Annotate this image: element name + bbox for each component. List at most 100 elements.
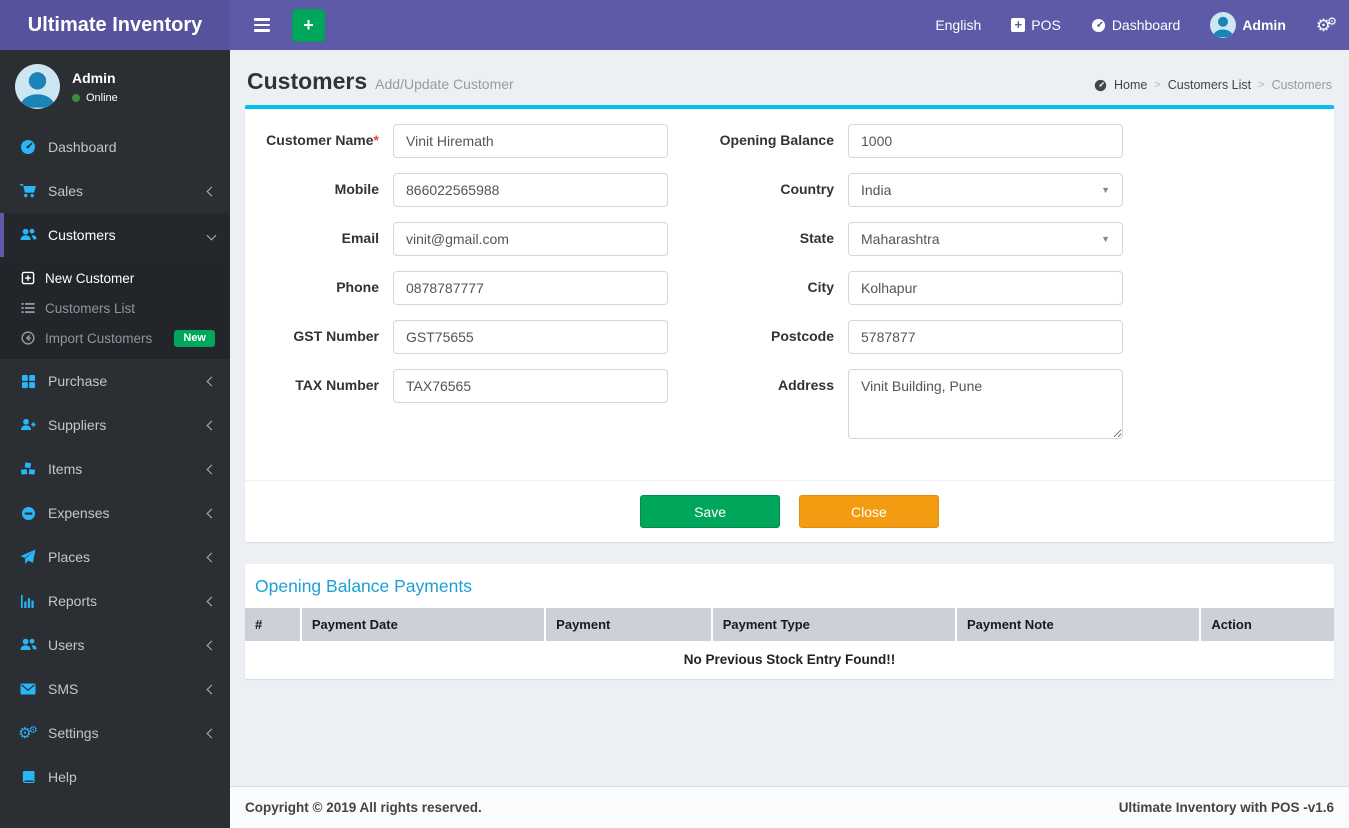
sidebar-item-places[interactable]: Places xyxy=(0,535,230,579)
sidebar-item-sms[interactable]: SMS xyxy=(0,667,230,711)
quick-add-button[interactable]: + xyxy=(292,8,325,42)
sidebar-item-suppliers[interactable]: Suppliers xyxy=(0,403,230,447)
users-icon xyxy=(19,637,37,653)
address-label: Address xyxy=(777,377,834,393)
city-field[interactable] xyxy=(848,271,1123,305)
sidebar-toggle-icon[interactable] xyxy=(242,0,282,50)
opening-balance-field[interactable] xyxy=(848,124,1123,158)
form-right-column: Opening Balance Country India ▼ State xyxy=(700,124,1155,454)
plus-square-icon: + xyxy=(1011,18,1026,32)
gst-number-label: GST Number xyxy=(293,328,379,344)
breadcrumb: Home > Customers List > Customers xyxy=(1094,78,1332,95)
chevron-left-icon xyxy=(206,186,217,196)
caret-down-icon: ▼ xyxy=(1101,185,1110,195)
caret-down-icon: ▼ xyxy=(1101,234,1110,244)
gears-icon: ⚙⚙ xyxy=(18,724,38,742)
page-title: Customers xyxy=(247,68,368,94)
dashboard-link[interactable]: Dashboard xyxy=(1091,17,1180,33)
address-field[interactable]: Vinit Building, Pune xyxy=(848,369,1123,439)
opening-balance-label: Opening Balance xyxy=(719,132,834,148)
arrow-circle-left-icon xyxy=(20,331,36,345)
online-status-icon xyxy=(72,93,80,102)
user-menu[interactable]: Admin xyxy=(1210,12,1286,38)
list-icon xyxy=(20,301,36,315)
postcode-label: Postcode xyxy=(770,328,834,344)
phone-field[interactable] xyxy=(393,271,668,305)
form-left-column: Customer Name* Mobile Email Phone xyxy=(245,124,700,454)
book-icon xyxy=(19,770,37,785)
required-mark: * xyxy=(373,132,379,148)
customer-form: Customer Name* Mobile Email Phone xyxy=(245,109,1334,454)
settings-menu[interactable]: ⚙⚙ xyxy=(1315,15,1337,35)
page-footer: Copyright © 2019 All rights reserved. Ul… xyxy=(230,786,1349,828)
chevron-left-icon xyxy=(206,508,217,518)
sidebar-item-settings[interactable]: ⚙ ⚙ Settings xyxy=(0,711,230,755)
chevron-left-icon xyxy=(206,376,217,386)
breadcrumb-customers-list[interactable]: Customers List xyxy=(1168,78,1251,92)
tachometer-icon xyxy=(1094,79,1107,92)
gst-number-field[interactable] xyxy=(393,320,668,354)
brand-logo[interactable]: Ultimate Inventory xyxy=(0,0,230,50)
submenu-item-customers-list[interactable]: Customers List xyxy=(0,293,230,323)
postcode-field[interactable] xyxy=(848,320,1123,354)
tachometer-icon xyxy=(1091,18,1106,33)
state-select[interactable]: Maharashtra ▼ xyxy=(848,222,1123,256)
breadcrumb-current: Customers xyxy=(1271,78,1332,92)
city-label: City xyxy=(807,279,834,295)
payments-table: # Payment Date Payment Payment Type Paym… xyxy=(245,608,1334,679)
state-label: State xyxy=(799,230,834,246)
breadcrumb-separator: > xyxy=(1258,79,1265,91)
chevron-left-icon xyxy=(206,684,217,694)
cart-icon xyxy=(19,183,37,199)
chevron-left-icon xyxy=(206,552,217,562)
sidebar-item-dashboard[interactable]: Dashboard xyxy=(0,125,230,169)
content: Customers Add/Update Customer Home > Cust… xyxy=(230,50,1349,786)
customer-name-field[interactable] xyxy=(393,124,668,158)
gears-icon: ⚙⚙ xyxy=(1315,15,1337,35)
copyright-text: Copyright © 2019 All rights reserved. xyxy=(245,800,482,815)
form-actions: Save Close xyxy=(245,480,1334,542)
page-subtitle: Add/Update Customer xyxy=(375,76,514,92)
sidebar-menu: Dashboard Sales Customers New Customer C… xyxy=(0,125,230,799)
submenu-item-new-customer[interactable]: New Customer xyxy=(0,263,230,293)
sidebar-item-help[interactable]: Help xyxy=(0,755,230,799)
navbar-body: + English + POS Dashboard Admin ⚙⚙ xyxy=(230,0,1349,50)
sidebar-item-sales[interactable]: Sales xyxy=(0,169,230,213)
col-payment-type: Payment Type xyxy=(711,608,958,641)
sidebar-user-status[interactable]: Online xyxy=(72,92,118,104)
email-field[interactable] xyxy=(393,222,668,256)
user-plus-icon xyxy=(19,417,37,433)
version-text: Ultimate Inventory with POS -v1.6 xyxy=(1118,800,1334,815)
col-action: Action xyxy=(1200,608,1334,641)
pos-link[interactable]: + POS xyxy=(1011,17,1061,33)
content-header: Customers Add/Update Customer Home > Cust… xyxy=(245,60,1334,105)
chevron-left-icon xyxy=(206,420,217,430)
col-payment-note: Payment Note xyxy=(956,608,1202,641)
sidebar-user-panel: Admin Online xyxy=(0,50,230,125)
sidebar-item-items[interactable]: Items xyxy=(0,447,230,491)
submenu-item-import-customers[interactable]: Import Customers New xyxy=(0,323,230,353)
plus-square-icon xyxy=(20,271,36,285)
payments-table-header-row: # Payment Date Payment Payment Type Paym… xyxy=(245,608,1334,641)
sidebar-user-name: Admin xyxy=(72,69,116,86)
save-button[interactable]: Save xyxy=(640,495,781,528)
breadcrumb-home[interactable]: Home xyxy=(1114,78,1147,92)
sidebar-item-reports[interactable]: Reports xyxy=(0,579,230,623)
tax-number-field[interactable] xyxy=(393,369,668,403)
email-label: Email xyxy=(341,230,379,246)
country-select[interactable]: India ▼ xyxy=(848,173,1123,207)
users-icon xyxy=(19,227,37,243)
breadcrumb-separator: > xyxy=(1154,79,1161,91)
phone-label: Phone xyxy=(336,279,379,295)
mobile-label: Mobile xyxy=(334,181,379,197)
sidebar-item-users[interactable]: Users xyxy=(0,623,230,667)
close-button[interactable]: Close xyxy=(798,495,939,528)
sidebar-item-expenses[interactable]: Expenses xyxy=(0,491,230,535)
minus-circle-icon xyxy=(19,506,37,521)
customers-submenu: New Customer Customers List Import Custo… xyxy=(0,257,230,359)
mobile-field[interactable] xyxy=(393,173,668,207)
sidebar-item-customers[interactable]: Customers xyxy=(0,213,230,257)
sidebar-item-purchase[interactable]: Purchase xyxy=(0,359,230,403)
language-menu[interactable]: English xyxy=(935,17,981,33)
envelope-icon xyxy=(19,682,37,696)
